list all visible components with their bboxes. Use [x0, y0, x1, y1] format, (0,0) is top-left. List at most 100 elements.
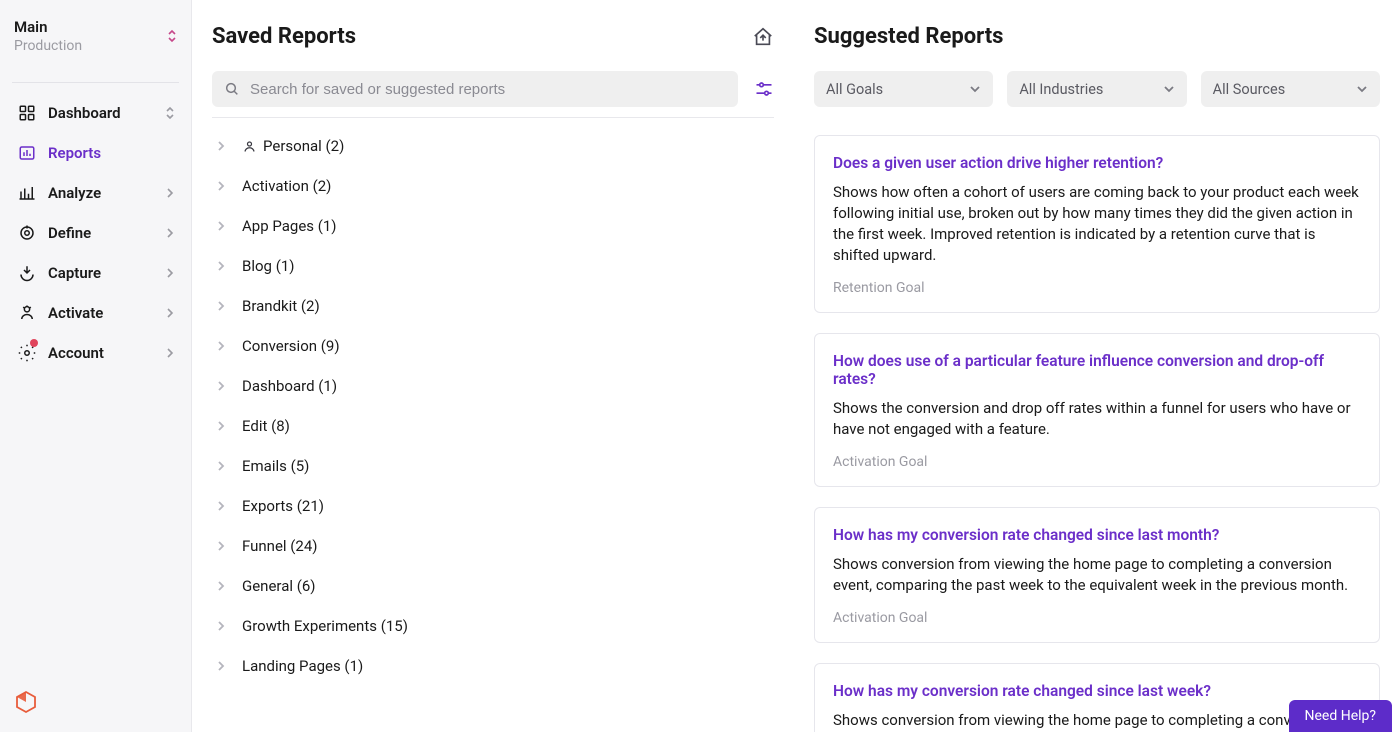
chevron-right-icon: [216, 261, 228, 271]
chevron-right-icon: [165, 308, 175, 318]
chevron-right-icon: [165, 348, 175, 358]
need-help-button[interactable]: Need Help?: [1289, 700, 1393, 732]
chevron-right-icon: [216, 341, 228, 351]
nav-item-reports[interactable]: Reports: [8, 133, 183, 173]
saved-reports-column: Saved Reports: [192, 0, 794, 732]
nav-item-label: Reports: [48, 144, 101, 162]
folder-label: Personal (2): [263, 137, 344, 155]
folder-row[interactable]: Personal (2): [212, 126, 774, 166]
folder-row[interactable]: Blog (1): [212, 246, 774, 286]
chevron-right-icon: [216, 181, 228, 191]
chevron-right-icon: [216, 621, 228, 631]
suggested-card-list: Does a given user action drive higher re…: [814, 135, 1380, 732]
industries-select[interactable]: All Industries: [1007, 71, 1186, 107]
folder-label: Brandkit (2): [242, 297, 320, 315]
dashboard-icon: [16, 102, 38, 124]
sources-select[interactable]: All Sources: [1201, 71, 1380, 107]
chevron-right-icon: [216, 141, 228, 151]
card-title: Does a given user action drive higher re…: [833, 154, 1361, 172]
nav-item-activate[interactable]: Activate: [8, 293, 183, 333]
chevron-right-icon: [216, 421, 228, 431]
home-up-icon[interactable]: [752, 26, 774, 48]
suggested-report-card[interactable]: Does a given user action drive higher re…: [814, 135, 1380, 313]
folder-label: Activation (2): [242, 177, 331, 195]
folder-row[interactable]: Dashboard (1): [212, 366, 774, 406]
nav-item-account[interactable]: Account: [8, 333, 183, 373]
folder-label: Edit (8): [242, 417, 290, 435]
chevron-down-icon: [1163, 83, 1175, 95]
folder-label: Growth Experiments (15): [242, 617, 408, 635]
folder-row[interactable]: Emails (5): [212, 446, 774, 486]
saved-folder-list: Personal (2) Activation (2) App Pages (1) B…: [212, 126, 774, 686]
card-goal-label: Retention Goal: [833, 280, 1361, 296]
card-description: Shows how often a cohort of users are co…: [833, 182, 1361, 266]
nav-item-label: Analyze: [48, 184, 101, 202]
folder-row[interactable]: Landing Pages (1): [212, 646, 774, 686]
person-icon: [242, 139, 257, 154]
card-description: Shows conversion from viewing the home p…: [833, 554, 1361, 596]
folder-label: App Pages (1): [242, 217, 337, 235]
project-subtitle: Production: [14, 38, 82, 54]
folder-row[interactable]: General (6): [212, 566, 774, 606]
nav-item-analyze[interactable]: Analyze: [8, 173, 183, 213]
card-description: Shows the conversion and drop off rates …: [833, 398, 1361, 440]
search-icon: [224, 81, 240, 97]
notification-badge: [30, 339, 38, 347]
folder-label: Conversion (9): [242, 337, 340, 355]
chevron-right-icon: [216, 461, 228, 471]
reports-icon: [16, 142, 38, 164]
up-down-chevron-icon: [165, 106, 175, 120]
nav-item-label: Capture: [48, 264, 101, 282]
card-title: How has my conversion rate changed since…: [833, 526, 1361, 544]
folder-row[interactable]: Activation (2): [212, 166, 774, 206]
folder-row[interactable]: Edit (8): [212, 406, 774, 446]
chevron-right-icon: [216, 541, 228, 551]
folder-row[interactable]: Growth Experiments (15): [212, 606, 774, 646]
folder-label: Landing Pages (1): [242, 657, 363, 675]
folder-row[interactable]: Brandkit (2): [212, 286, 774, 326]
activate-icon: [16, 302, 38, 324]
goals-select[interactable]: All Goals: [814, 71, 993, 107]
folder-label: Exports (21): [242, 497, 324, 515]
search-input[interactable]: [250, 81, 726, 98]
divider: [12, 82, 179, 83]
nav-item-capture[interactable]: Capture: [8, 253, 183, 293]
folder-label: Emails (5): [242, 457, 309, 475]
chevron-right-icon: [216, 661, 228, 671]
analyze-icon: [16, 182, 38, 204]
chevron-right-icon: [216, 301, 228, 311]
chevron-right-icon: [216, 501, 228, 511]
nav-item-dashboard[interactable]: Dashboard: [8, 93, 183, 133]
up-down-chevron-icon: [167, 29, 177, 43]
nav-item-define[interactable]: Define: [8, 213, 183, 253]
suggested-report-card[interactable]: How has my conversion rate changed since…: [814, 507, 1380, 643]
card-title: How has my conversion rate changed since…: [833, 682, 1361, 700]
product-logo-icon: [14, 690, 38, 714]
select-label: All Industries: [1019, 81, 1103, 98]
nav-item-label: Activate: [48, 304, 103, 322]
folder-label: Funnel (24): [242, 537, 318, 555]
define-icon: [16, 222, 38, 244]
nav-item-label: Account: [48, 344, 104, 362]
suggested-report-card[interactable]: How does use of a particular feature inf…: [814, 333, 1380, 487]
folder-row[interactable]: Exports (21): [212, 486, 774, 526]
suggested-reports-title: Suggested Reports: [814, 24, 1003, 49]
project-switcher[interactable]: Main Production: [14, 18, 177, 54]
folder-row[interactable]: Conversion (9): [212, 326, 774, 366]
chevron-right-icon: [165, 188, 175, 198]
suggested-reports-column: Suggested Reports All Goals All Industri…: [794, 0, 1400, 732]
card-description: Shows conversion from viewing the home p…: [833, 710, 1361, 732]
project-title: Main: [14, 18, 82, 36]
card-goal-label: Activation Goal: [833, 610, 1361, 626]
capture-icon: [16, 262, 38, 284]
chevron-right-icon: [165, 268, 175, 278]
folder-label: Blog (1): [242, 257, 294, 275]
sidebar: Main Production DashboardReportsAnalyzeD…: [0, 0, 192, 732]
search-box[interactable]: [212, 71, 738, 107]
sliders-icon[interactable]: [754, 79, 774, 99]
card-title: How does use of a particular feature inf…: [833, 352, 1361, 388]
folder-row[interactable]: App Pages (1): [212, 206, 774, 246]
nav-list: Dashboard Reports Analyze Define Capture Acti…: [0, 89, 191, 377]
folder-row[interactable]: Funnel (24): [212, 526, 774, 566]
chevron-right-icon: [165, 228, 175, 238]
